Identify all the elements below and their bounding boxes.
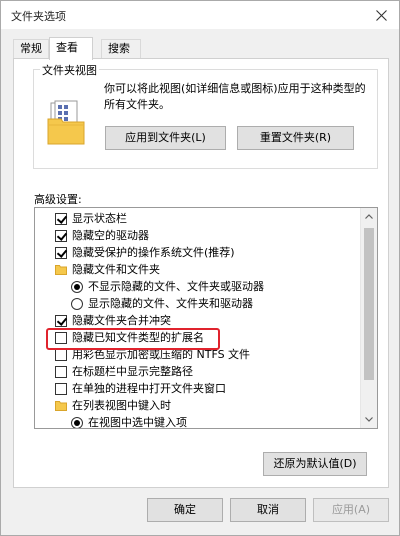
setting-label: 在列表视图中键入时 bbox=[72, 399, 171, 412]
setting-label: 显示状态栏 bbox=[72, 212, 127, 225]
setting-label: 在标题栏中显示完整路径 bbox=[72, 365, 193, 378]
setting-row[interactable]: 不显示隐藏的文件、文件夹或驱动器 bbox=[35, 278, 361, 295]
tab-view[interactable]: 查看 bbox=[49, 37, 93, 60]
restore-defaults-button[interactable]: 还原为默认值(D) bbox=[263, 452, 367, 476]
scroll-down-arrow[interactable] bbox=[361, 411, 377, 428]
setting-checkbox[interactable] bbox=[55, 213, 67, 225]
close-icon bbox=[375, 9, 387, 21]
setting-label: 隐藏文件和文件夹 bbox=[72, 263, 160, 276]
setting-radio[interactable] bbox=[71, 417, 83, 428]
scroll-thumb[interactable] bbox=[364, 228, 374, 380]
title-bar: 文件夹选项 bbox=[1, 1, 399, 29]
tab-search[interactable]: 搜索 bbox=[101, 39, 141, 59]
scroll-up-arrow[interactable] bbox=[361, 208, 377, 225]
setting-row[interactable]: 在标题栏中显示完整路径 bbox=[35, 363, 361, 380]
setting-radio[interactable] bbox=[71, 298, 83, 310]
chevron-down-icon bbox=[365, 417, 373, 422]
setting-row[interactable]: 隐藏文件夹合并冲突 bbox=[35, 312, 361, 329]
advanced-settings-list[interactable]: 显示状态栏隐藏空的驱动器隐藏受保护的操作系统文件(推荐) 隐藏文件和文件夹不显示隐… bbox=[34, 207, 378, 429]
setting-label: 不显示隐藏的文件、文件夹或驱动器 bbox=[88, 280, 264, 293]
setting-radio[interactable] bbox=[71, 281, 83, 293]
cancel-button[interactable]: 取消 bbox=[230, 498, 306, 522]
setting-label: 显示隐藏的文件、文件夹和驱动器 bbox=[88, 297, 253, 310]
setting-row[interactable]: 在列表视图中键入时 bbox=[35, 397, 361, 414]
reset-folders-button[interactable]: 重置文件夹(R) bbox=[237, 126, 354, 150]
highlight-annotation bbox=[46, 328, 220, 350]
setting-checkbox[interactable] bbox=[55, 366, 67, 378]
setting-label: 隐藏文件夹合并冲突 bbox=[72, 314, 171, 327]
chevron-up-icon bbox=[365, 214, 373, 219]
window-title: 文件夹选项 bbox=[11, 10, 66, 23]
setting-row[interactable]: 显示状态栏 bbox=[35, 210, 361, 227]
close-button[interactable] bbox=[369, 4, 393, 26]
view-tab-panel: 文件夹视图 你可以将此视图(如详细信息或图标)应用于这种类型的所有文件夹。 应用… bbox=[13, 58, 389, 488]
setting-label: 隐藏受保护的操作系统文件(推荐) bbox=[72, 246, 235, 259]
setting-row[interactable]: 在视图中选中键入项 bbox=[35, 414, 361, 429]
folder-icon bbox=[55, 265, 67, 275]
setting-row[interactable]: 隐藏受保护的操作系统文件(推荐) bbox=[35, 244, 361, 261]
setting-row[interactable]: 隐藏空的驱动器 bbox=[35, 227, 361, 244]
folder-view-icon bbox=[47, 100, 85, 145]
setting-row[interactable]: 显示隐藏的文件、文件夹和驱动器 bbox=[35, 295, 361, 312]
setting-row[interactable]: 在单独的进程中打开文件夹窗口 bbox=[35, 380, 361, 397]
setting-label: 在视图中选中键入项 bbox=[88, 416, 187, 429]
setting-checkbox[interactable] bbox=[55, 247, 67, 259]
setting-checkbox[interactable] bbox=[55, 315, 67, 327]
apply-button[interactable]: 应用(A) bbox=[313, 498, 389, 522]
folder-views-description: 你可以将此视图(如详细信息或图标)应用于这种类型的所有文件夹。 bbox=[104, 82, 366, 111]
scrollbar[interactable] bbox=[360, 208, 377, 428]
tab-general[interactable]: 常规 bbox=[13, 39, 49, 59]
folder-options-dialog: 文件夹选项 常规 查看 搜索 文件夹视图 你可以将此视图(如详细信息或图标)应用… bbox=[0, 0, 400, 536]
advanced-settings-label: 高级设置: bbox=[34, 193, 82, 206]
setting-checkbox[interactable] bbox=[55, 230, 67, 242]
folder-views-group-label: 文件夹视图 bbox=[40, 62, 99, 78]
setting-checkbox[interactable] bbox=[55, 383, 67, 395]
ok-button[interactable]: 确定 bbox=[147, 498, 223, 522]
setting-checkbox[interactable] bbox=[55, 349, 67, 361]
folder-icon bbox=[55, 401, 67, 411]
setting-label: 隐藏空的驱动器 bbox=[72, 229, 149, 242]
apply-to-folders-button[interactable]: 应用到文件夹(L) bbox=[105, 126, 226, 150]
setting-label: 在单独的进程中打开文件夹窗口 bbox=[72, 382, 226, 395]
setting-row[interactable]: 隐藏文件和文件夹 bbox=[35, 261, 361, 278]
